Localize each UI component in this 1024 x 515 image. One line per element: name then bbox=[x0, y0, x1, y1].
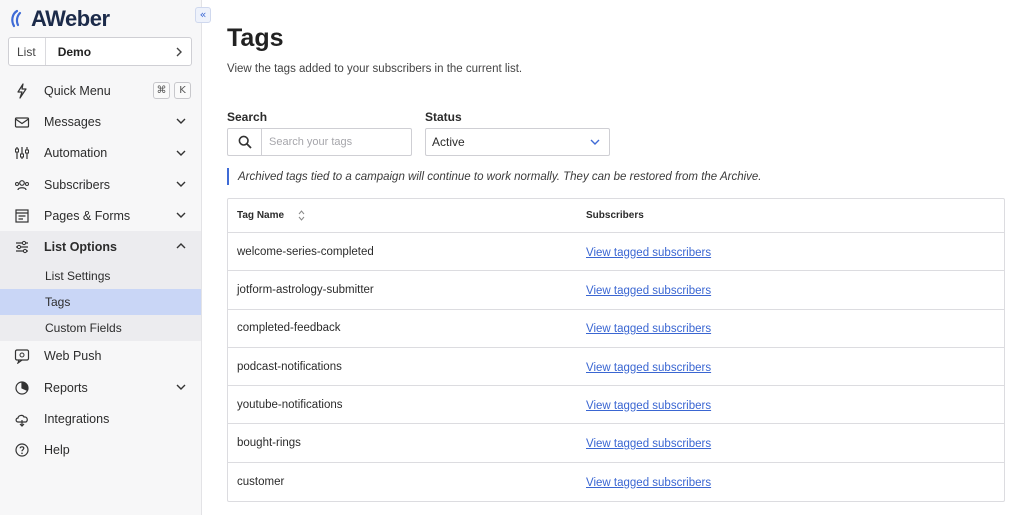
sidebar-item-automation[interactable]: Automation bbox=[0, 138, 201, 169]
view-tagged-subscribers-link[interactable]: View tagged subscribers bbox=[586, 285, 711, 297]
tag-name: jotform-astrology-submitter bbox=[237, 283, 374, 296]
envelope-icon bbox=[14, 114, 30, 130]
chevron-down-icon bbox=[589, 136, 601, 148]
page-description: View the tags added to your subscribers … bbox=[227, 63, 523, 75]
collapse-sidebar-button[interactable]: « bbox=[195, 7, 211, 23]
brand-name: AWeber bbox=[31, 6, 110, 31]
sidebar-item-subscribers[interactable]: Subscribers bbox=[0, 169, 201, 200]
list-selector-label: List bbox=[9, 38, 46, 65]
sort-icon[interactable] bbox=[298, 210, 305, 221]
sidebar-item-reports[interactable]: Reports bbox=[0, 372, 201, 403]
table-row: youtube-notifications View tagged subscr… bbox=[228, 386, 1004, 425]
table-row: jotform-astrology-submitter View tagged … bbox=[228, 271, 1004, 310]
sidebar-item-integrations[interactable]: Integrations bbox=[0, 403, 201, 434]
sidebar-subitem-list-settings[interactable]: List Settings bbox=[0, 262, 201, 289]
sidebar-nav: Quick Menu ⌘ K Messages Automation Subsc… bbox=[0, 75, 201, 466]
view-tagged-subscribers-link[interactable]: View tagged subscribers bbox=[586, 362, 711, 374]
view-tagged-subscribers-link[interactable]: View tagged subscribers bbox=[586, 247, 711, 259]
sidebar-subitem-custom-fields[interactable]: Custom Fields bbox=[0, 314, 201, 341]
search-label: Search bbox=[227, 110, 268, 124]
chevron-down-icon bbox=[176, 150, 186, 156]
view-tagged-subscribers-link[interactable]: View tagged subscribers bbox=[586, 438, 711, 450]
status-selected-value: Active bbox=[432, 135, 465, 149]
column-header-label: Tag Name bbox=[237, 210, 285, 221]
page-title: Tags bbox=[227, 24, 284, 52]
sidebar-item-help[interactable]: Help bbox=[0, 435, 201, 466]
tags-table: Tag Name Subscribers welcome-series-comp… bbox=[227, 198, 1005, 503]
tag-name: bought-rings bbox=[237, 437, 301, 450]
chevron-up-icon bbox=[176, 243, 186, 249]
sliders-icon bbox=[14, 239, 30, 255]
list-selector-value: Demo bbox=[57, 44, 92, 59]
tag-name: customer bbox=[237, 475, 285, 488]
help-icon bbox=[14, 442, 30, 458]
sidebar-item-quick-menu[interactable]: Quick Menu ⌘ K bbox=[0, 75, 201, 106]
table-row: podcast-notifications View tagged subscr… bbox=[228, 348, 1004, 387]
sidebar-item-web-push[interactable]: Web Push bbox=[0, 341, 201, 372]
aweber-logo-icon bbox=[11, 9, 22, 28]
k-key: K bbox=[174, 82, 191, 99]
web-push-icon bbox=[14, 348, 30, 365]
chevron-down-icon bbox=[176, 181, 186, 187]
chevron-down-icon bbox=[176, 384, 186, 391]
table-row: customer View tagged subscribers bbox=[228, 463, 1004, 501]
automation-icon bbox=[14, 145, 30, 161]
command-key: ⌘ bbox=[153, 82, 170, 99]
status-dropdown[interactable]: Active bbox=[425, 128, 610, 156]
sidebar-item-label: Quick Menu bbox=[44, 83, 111, 98]
sidebar-item-label: Automation bbox=[44, 146, 108, 161]
view-tagged-subscribers-link[interactable]: View tagged subscribers bbox=[586, 400, 711, 412]
sidebar-subitem-tags[interactable]: Tags bbox=[0, 288, 201, 315]
aweber-logo[interactable]: AWeber bbox=[10, 6, 110, 32]
sidebar-item-label: List Options bbox=[44, 240, 117, 255]
pages-forms-icon bbox=[14, 208, 30, 224]
column-header-subscribers: Subscribers bbox=[586, 210, 644, 221]
sidebar-item-pages-forms[interactable]: Pages & Forms bbox=[0, 200, 201, 231]
status-label: Status bbox=[425, 110, 462, 124]
search-icon[interactable] bbox=[228, 129, 262, 155]
sidebar-item-label: Messages bbox=[44, 114, 101, 129]
chevron-down-icon bbox=[176, 118, 186, 125]
tag-name: completed-feedback bbox=[237, 322, 341, 335]
sidebar-item-messages[interactable]: Messages bbox=[0, 106, 201, 137]
chevron-down-icon bbox=[176, 212, 186, 219]
archive-notice: Archived tags tied to a campaign will co… bbox=[227, 168, 762, 185]
sidebar-item-label: Reports bbox=[44, 380, 88, 395]
sidebar-item-label: Pages & Forms bbox=[44, 208, 131, 223]
chevron-right-icon bbox=[171, 47, 187, 57]
keyboard-shortcut: ⌘ K bbox=[153, 82, 191, 99]
sidebar: AWeber « List Demo Quick Menu ⌘ K Messag… bbox=[0, 0, 211, 515]
subscribers-icon bbox=[14, 177, 30, 193]
sidebar-item-label: Web Push bbox=[44, 349, 102, 364]
table-header: Tag Name Subscribers bbox=[228, 199, 1004, 233]
cloud-icon bbox=[14, 411, 30, 427]
search-field bbox=[227, 128, 412, 156]
view-tagged-subscribers-link[interactable]: View tagged subscribers bbox=[586, 323, 711, 335]
tag-name: welcome-series-completed bbox=[237, 245, 374, 258]
sidebar-item-label: Subscribers bbox=[44, 177, 110, 192]
tag-name: podcast-notifications bbox=[237, 360, 342, 373]
pie-chart-icon bbox=[14, 380, 30, 396]
quick-menu-icon bbox=[14, 83, 30, 99]
search-input[interactable] bbox=[262, 129, 411, 155]
table-row: bought-rings View tagged subscribers bbox=[228, 424, 1004, 463]
table-row: completed-feedback View tagged subscribe… bbox=[228, 310, 1004, 348]
tag-name: youtube-notifications bbox=[237, 398, 343, 411]
app-window: AWeber « List Demo Quick Menu ⌘ K Messag… bbox=[0, 0, 1024, 515]
sidebar-item-list-options[interactable]: List Options bbox=[0, 231, 201, 263]
list-selector[interactable]: List Demo bbox=[8, 37, 192, 66]
view-tagged-subscribers-link[interactable]: View tagged subscribers bbox=[586, 477, 711, 489]
column-header-tag-name[interactable]: Tag Name bbox=[228, 210, 586, 221]
sidebar-item-label: Integrations bbox=[44, 412, 110, 427]
sidebar-item-label: Help bbox=[44, 443, 70, 458]
table-row: welcome-series-completed View tagged sub… bbox=[228, 233, 1004, 272]
